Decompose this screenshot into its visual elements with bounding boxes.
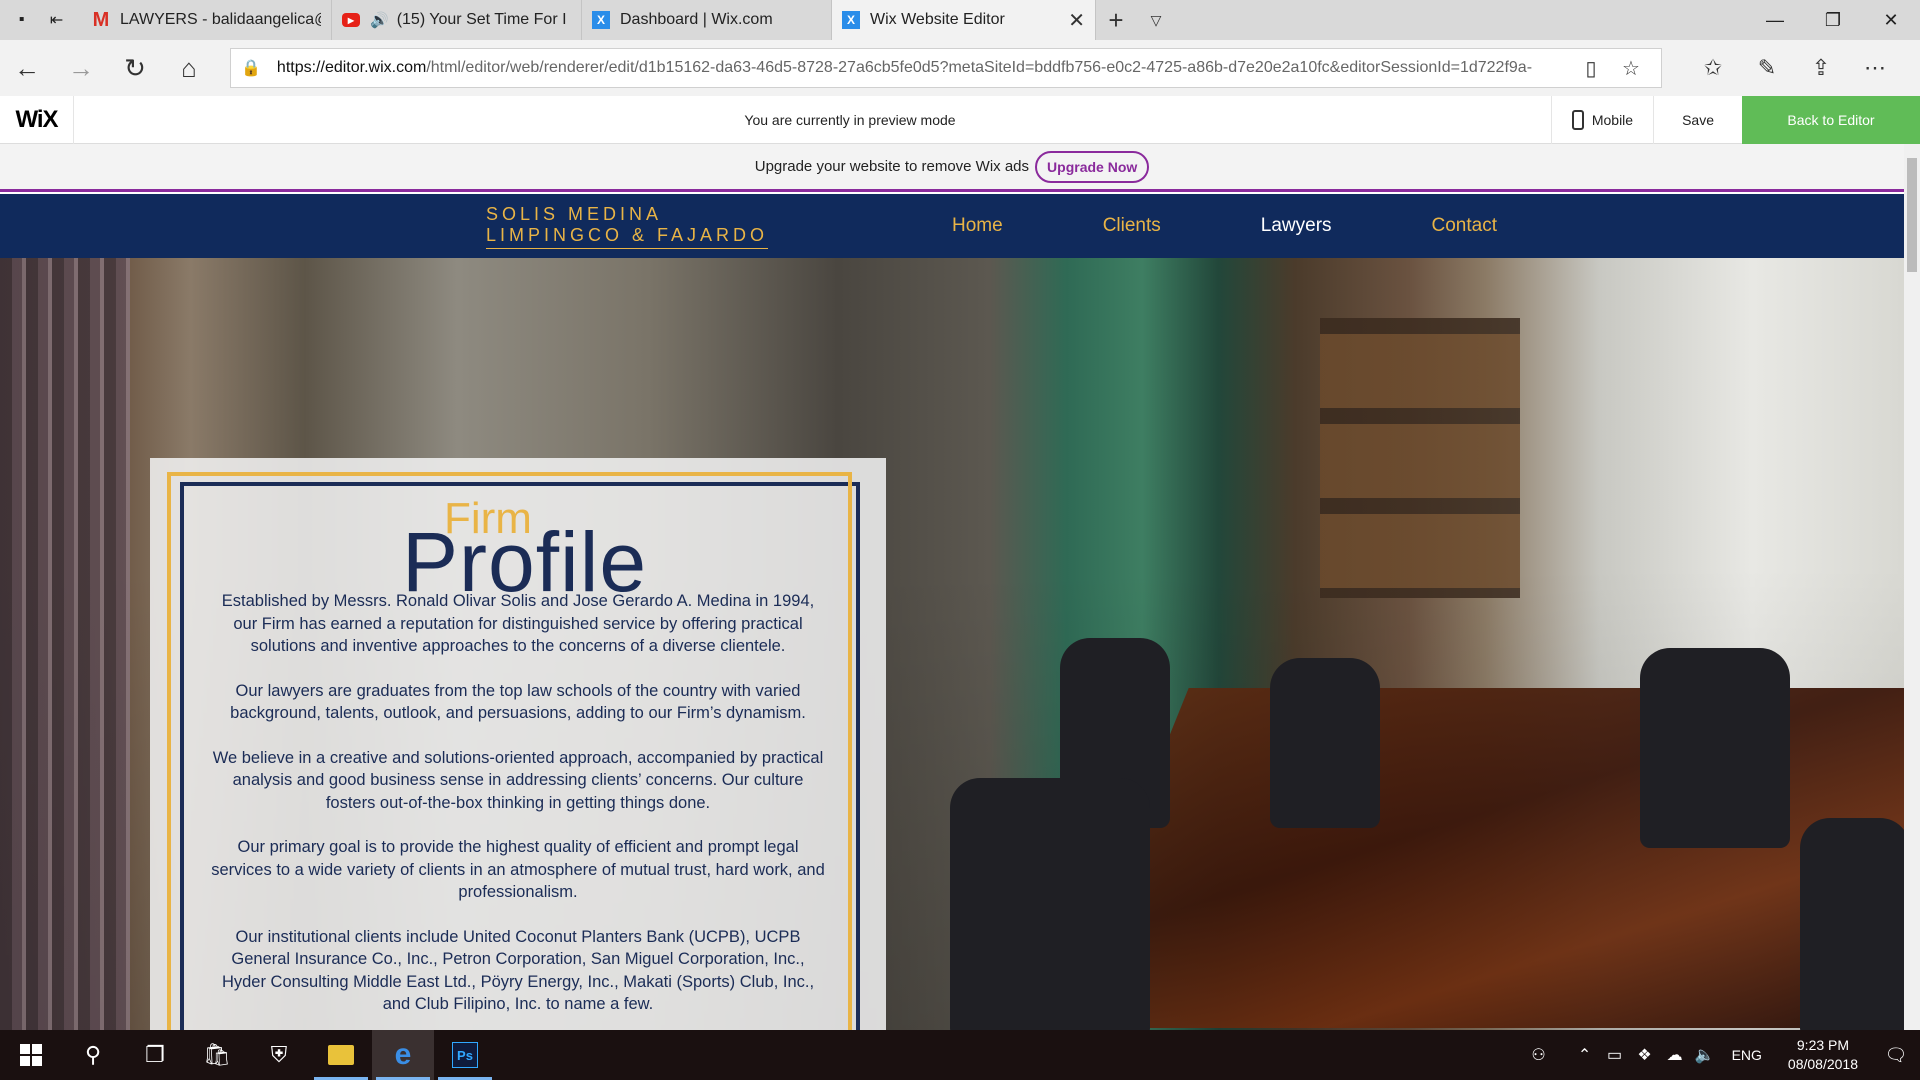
speaker-icon[interactable]: 🔊 [370, 11, 389, 29]
mobile-label: Mobile [1591, 112, 1634, 128]
store-icon[interactable]: 🛍 [186, 1030, 248, 1080]
back-arrow-icon[interactable]: ← [0, 40, 54, 96]
hero-background-image: Firm Profile Established by Messrs. Rona… [0, 258, 1904, 1030]
pen-icon[interactable]: ✎ [1740, 55, 1794, 81]
lock-icon: 🔒 [241, 60, 261, 77]
firm-profile-text: Established by Messrs. Ronald Olivar Sol… [210, 590, 826, 1030]
tab-actions: ▪ ⇤ [0, 0, 82, 40]
wix-bar-actions: Mobile Save Back to Editor [1550, 96, 1920, 144]
chevron-down-icon[interactable]: ▽ [1136, 0, 1176, 40]
upgrade-now-button[interactable]: Upgrade Now [1035, 150, 1150, 183]
site-nav: Home Clients Lawyers Contact [952, 194, 1597, 258]
tab-title: Wix Website Editor [870, 11, 1005, 28]
task-view-icon[interactable]: ❐ [124, 1030, 186, 1080]
start-button[interactable] [0, 1030, 62, 1080]
site-header: SOLIS MEDINA LIMPINGCO & FAJARDO Home Cl… [0, 194, 1904, 258]
brand-line-2: LIMPINGCO & FAJARDO [486, 225, 769, 249]
clock-time: 9:23 PM [1796, 1037, 1850, 1053]
tab-title: Dashboard | Wix.com [620, 11, 773, 28]
chair-image-area [1640, 648, 1790, 848]
profile-paragraph: Established by Messrs. Ronald Olivar Sol… [221, 592, 815, 655]
bookshelf-image-area [0, 258, 130, 1030]
browser-toolbar: ✩ ✎ ⇪ ⋯ [1686, 55, 1902, 81]
profile-paragraph: Our institutional clients include United… [221, 927, 815, 1014]
phone-icon [1571, 110, 1584, 130]
scrollbar-thumb[interactable] [1907, 158, 1917, 272]
photoshop-icon[interactable]: Ps [434, 1030, 496, 1080]
cloud-icon[interactable]: ☁ [1660, 1045, 1690, 1065]
forward-arrow-icon[interactable]: → [54, 40, 108, 96]
tab-stack-icon[interactable]: ▪ [19, 11, 25, 29]
tab-gmail[interactable]: M LAWYERS - balidaangelica@ [82, 0, 332, 40]
wix-preview-bar: WiX You are currently in preview mode Mo… [0, 95, 1920, 144]
nav-lawyers[interactable]: Lawyers [1261, 215, 1332, 237]
preview-mode-message: You are currently in preview mode [744, 111, 956, 128]
firm-profile-card: Firm Profile Established by Messrs. Rona… [150, 458, 886, 1030]
gmail-icon: M [92, 8, 110, 31]
search-icon[interactable]: ⚲ [62, 1030, 124, 1080]
notifications-icon[interactable]: 🗨 [1872, 1045, 1920, 1066]
page-scrollbar[interactable] [1904, 144, 1920, 1030]
favorites-icon[interactable]: ✩ [1686, 55, 1740, 81]
profile-paragraph: Our lawyers are graduates from the top l… [230, 681, 806, 723]
people-icon[interactable]: ⚇ [1524, 1045, 1554, 1065]
windows-taskbar: ⚲ ❐ 🛍 ⛨ e Ps ⚇ ⌃ ▭ ❖ ☁ 🔈 ENG 9:23 PM 08/… [0, 1030, 1920, 1080]
profile-paragraph: Our primary goal is to provide the highe… [211, 838, 825, 901]
language-indicator[interactable]: ENG [1720, 1047, 1774, 1063]
chair-image-area [1270, 658, 1380, 828]
more-icon[interactable]: ⋯ [1848, 55, 1902, 81]
file-explorer-icon[interactable] [310, 1030, 372, 1080]
tab-title: LAWYERS - balidaangelica@ [120, 11, 321, 28]
tab-youtube[interactable]: ▶ 🔊 (15) Your Set Time For I [332, 0, 582, 40]
share-icon[interactable]: ⇪ [1794, 55, 1848, 81]
site-logo[interactable]: SOLIS MEDINA LIMPINGCO & FAJARDO [486, 204, 769, 249]
clock[interactable]: 9:23 PM 08/08/2018 [1774, 1036, 1872, 1074]
browser-tab-bar: ▪ ⇤ M LAWYERS - balidaangelica@ ▶ 🔊 (15)… [0, 0, 1920, 40]
home-icon[interactable]: ⌂ [162, 40, 216, 96]
firm-profile-heading: Firm Profile [150, 488, 886, 609]
reading-view-icon[interactable]: ▯ [1571, 56, 1611, 81]
minimize-button[interactable]: — [1746, 0, 1804, 40]
url-input[interactable]: 🔒 https://editor.wix.com/html/editor/web… [230, 48, 1662, 88]
clock-date: 08/08/2018 [1787, 1056, 1858, 1072]
chevron-up-icon[interactable]: ⌃ [1570, 1045, 1600, 1065]
close-window-button[interactable]: ✕ [1862, 0, 1920, 40]
shelf-image-area [1320, 318, 1520, 598]
system-tray: ⚇ ⌃ ▭ ❖ ☁ 🔈 ENG 9:23 PM 08/08/2018 🗨 [1524, 1030, 1920, 1080]
address-bar-row: ← → ↻ ⌂ 🔒 https://editor.wix.com/html/ed… [0, 40, 1920, 96]
refresh-icon[interactable]: ↻ [108, 40, 162, 96]
tab-title: (15) Your Set Time For I [396, 11, 567, 28]
wix-icon: X [842, 11, 860, 29]
nav-home[interactable]: Home [952, 215, 1003, 237]
tab-wix-editor[interactable]: X Wix Website Editor ✕ [832, 0, 1096, 40]
chair-image-area [950, 778, 1150, 1030]
upgrade-banner: Upgrade your website to remove Wix ads U… [0, 144, 1904, 192]
tab-wix-dashboard[interactable]: X Dashboard | Wix.com [582, 0, 832, 40]
star-icon[interactable]: ☆ [1611, 56, 1651, 81]
back-to-editor-button[interactable]: Back to Editor [1742, 96, 1920, 144]
new-tab-button[interactable]: + [1096, 0, 1136, 40]
url-text: https://editor.wix.com/html/editor/web/r… [276, 59, 1533, 76]
edge-browser-icon[interactable]: e [372, 1030, 434, 1080]
youtube-icon: ▶ [342, 13, 360, 27]
profile-paragraph: We believe in a creative and solutions-o… [212, 748, 824, 812]
close-tab-icon[interactable]: ✕ [1068, 8, 1085, 33]
chair-image-area [1800, 818, 1904, 1030]
save-button[interactable]: Save [1653, 96, 1742, 144]
wix-icon: X [592, 11, 610, 29]
dropbox-icon[interactable]: ❖ [1630, 1045, 1660, 1065]
battery-icon[interactable]: ▭ [1600, 1045, 1630, 1065]
window-controls: — ❐ ✕ [1746, 0, 1920, 40]
site-preview: Upgrade your website to remove Wix ads U… [0, 144, 1904, 1030]
windows-icon [20, 1044, 42, 1066]
brand-line-1: SOLIS MEDINA [486, 204, 663, 224]
volume-icon[interactable]: 🔈 [1690, 1045, 1720, 1065]
security-shield-icon[interactable]: ⛨ [248, 1030, 310, 1080]
nav-contact[interactable]: Contact [1432, 215, 1497, 237]
nav-clients[interactable]: Clients [1103, 215, 1161, 237]
upgrade-message: Upgrade your website to remove Wix ads [754, 158, 1030, 175]
restore-button[interactable]: ❐ [1804, 0, 1862, 40]
set-aside-tabs-icon[interactable]: ⇤ [50, 10, 63, 30]
mobile-view-button[interactable]: Mobile [1550, 96, 1653, 144]
